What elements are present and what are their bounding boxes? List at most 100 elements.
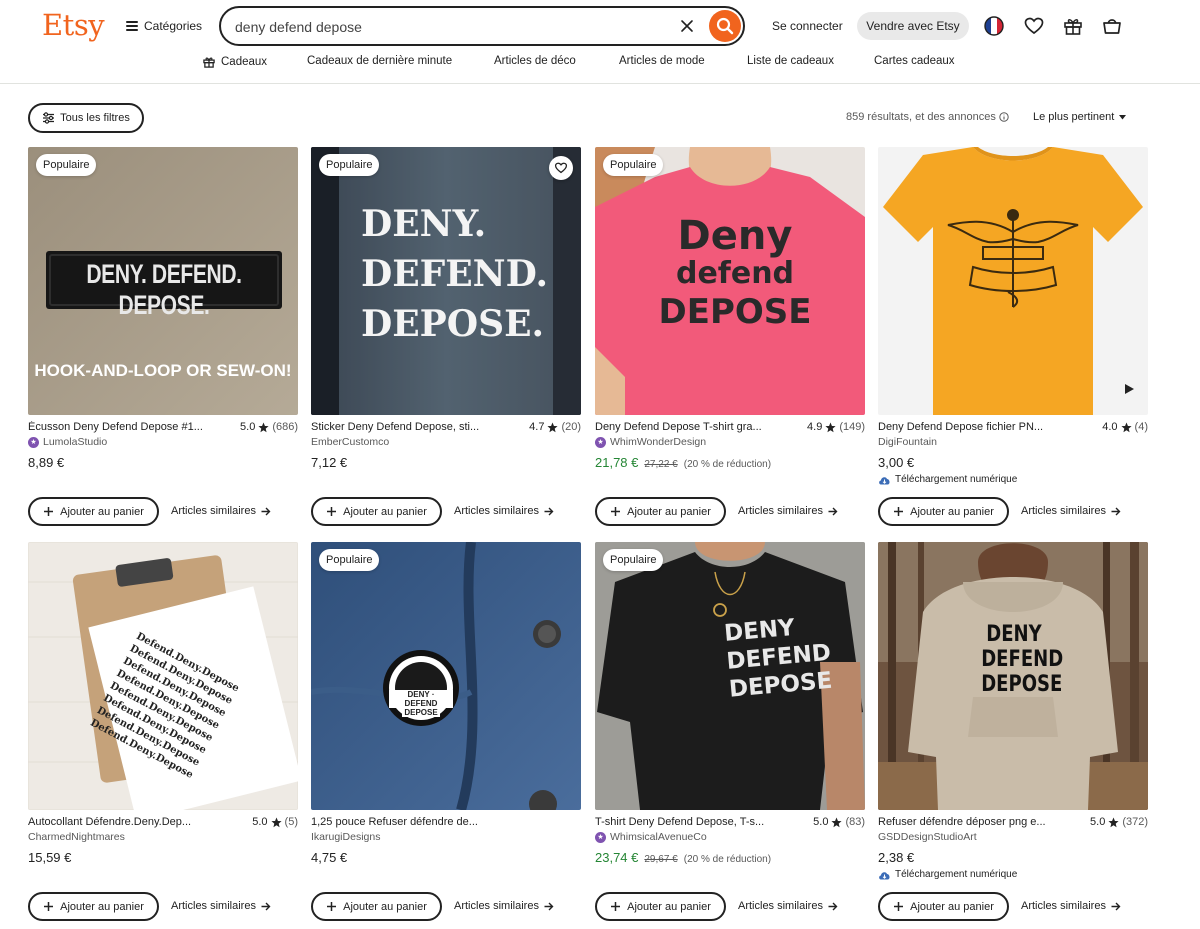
cat-nav-fashion[interactable]: Articles de mode	[619, 55, 705, 67]
cat-nav-gifts[interactable]: Cadeaux	[202, 55, 267, 69]
add-to-cart-button[interactable]: Ajouter au panier	[595, 497, 726, 526]
cloud-download-icon	[879, 476, 890, 484]
all-filters-label: Tous les filtres	[60, 112, 130, 124]
shop-name[interactable]: CharmedNightmares	[28, 831, 125, 843]
shop-name[interactable]: ★ WhimWonderDesign	[595, 436, 706, 448]
cloud-download-icon	[879, 871, 890, 879]
listing-image[interactable]: DENY · DEFEND DEPOSE Populaire	[311, 542, 581, 810]
cat-nav-label: Cadeaux de dernière minute	[307, 55, 453, 67]
popular-badge: Populaire	[36, 154, 97, 176]
signin-link[interactable]: Se connecter	[772, 19, 843, 33]
shop-name[interactable]: EmberCustomco	[311, 436, 389, 448]
listing-rating: 4.7 (20)	[529, 421, 581, 433]
listing-title[interactable]: Refuser défendre déposer png e...	[878, 816, 1063, 828]
add-to-cart-label: Ajouter au panier	[343, 505, 427, 518]
listing-title[interactable]: T-shirt Deny Defend Depose, T-s...	[595, 816, 780, 828]
star-icon	[258, 422, 269, 432]
listing-image[interactable]: DENY. DEFEND. DEPOSE. HOOK-AND-LOOP OR S…	[28, 147, 298, 415]
listing-rating: 5.0 (686)	[240, 421, 298, 433]
listing-image[interactable]: DENY. DEFEND. DEPOSE. Populaire	[311, 147, 581, 415]
categories-menu-button[interactable]: Catégories	[126, 17, 202, 35]
similar-items-label: Articles similaires	[738, 505, 823, 517]
star-icon	[547, 422, 558, 432]
heart-icon[interactable]	[1023, 15, 1045, 37]
cat-nav-decor[interactable]: Articles de déco	[494, 55, 576, 67]
listing-title[interactable]: Autocollant Défendre.Deny.Dep...	[28, 816, 213, 828]
star-seller-icon: ★	[595, 831, 606, 843]
add-to-cart-button[interactable]: Ajouter au panier	[878, 497, 1009, 526]
plus-icon	[611, 902, 621, 911]
clear-search-icon[interactable]	[679, 18, 695, 34]
shop-name[interactable]: ★ LumolaStudio	[28, 436, 107, 448]
shop-name[interactable]: IkarugiDesigns	[311, 831, 380, 843]
add-to-cart-label: Ajouter au panier	[910, 900, 994, 913]
listing-image[interactable]: Deny defend DEPOSE Populaire	[595, 147, 865, 415]
info-icon[interactable]	[999, 112, 1009, 122]
shop-name[interactable]: DigiFountain	[878, 436, 937, 448]
listing-image[interactable]: DENY DEFEND DEPOSE Populaire	[595, 542, 865, 810]
listing-title[interactable]: Deny Defend Depose fichier PN...	[878, 421, 1063, 433]
shop-name[interactable]: ★ WhimsicalAvenueCo	[595, 831, 707, 843]
shirt-print: DENY DEFEND DEPOSE	[723, 611, 835, 704]
add-to-cart-button[interactable]: Ajouter au panier	[311, 892, 442, 921]
etsy-logo[interactable]: Etsy	[42, 8, 105, 42]
search-button[interactable]	[709, 10, 741, 42]
listing-card[interactable]: DENY DEFEND DEPOSE Refuser défendre dépo…	[878, 542, 1148, 927]
shop-label: GSDDesignStudioArt	[878, 831, 977, 843]
add-to-cart-button[interactable]: Ajouter au panier	[595, 892, 726, 921]
add-to-cart-button[interactable]: Ajouter au panier	[28, 497, 159, 526]
gift-icon	[203, 57, 215, 68]
listing-card[interactable]: Defend.Deny.Depose Defend.Deny.Depose De…	[28, 542, 298, 927]
similar-items-link[interactable]: Articles similaires	[454, 505, 554, 517]
flag-france-icon[interactable]	[983, 15, 1005, 37]
price-row: 8,89 €	[28, 455, 64, 470]
rating-value: 5.0	[813, 816, 829, 828]
all-filters-button[interactable]: Tous les filtres	[28, 103, 144, 133]
listing-card[interactable]: Deny defend DEPOSE Populaire Deny Defend…	[595, 147, 865, 532]
listing-card[interactable]: DENY. DEFEND. DEPOSE. HOOK-AND-LOOP OR S…	[28, 147, 298, 532]
listing-image[interactable]: DENY DEFEND DEPOSE	[878, 542, 1148, 810]
plus-icon	[44, 902, 54, 911]
shop-name[interactable]: GSDDesignStudioArt	[878, 831, 977, 843]
listing-card[interactable]: DENY DEFEND DEPOSE Populaire T-shirt Den…	[595, 542, 865, 927]
similar-items-link[interactable]: Articles similaires	[738, 505, 838, 517]
similar-items-label: Articles similaires	[171, 900, 256, 912]
listing-title[interactable]: Sticker Deny Defend Depose, sti...	[311, 421, 496, 433]
sticker-line: DENY.	[361, 203, 487, 245]
star-icon	[1120, 422, 1132, 432]
denim-pin-photo	[311, 542, 581, 810]
similar-items-link[interactable]: Articles similaires	[738, 900, 838, 912]
sale-price: 21,78 €	[595, 455, 639, 470]
price: 7,12 €	[311, 455, 348, 470]
listing-image[interactable]: Defend.Deny.Depose Defend.Deny.Depose De…	[28, 542, 298, 810]
listing-card[interactable]: DENY · DEFEND DEPOSE Populaire 1,25 pouc…	[311, 542, 581, 927]
add-to-cart-button[interactable]: Ajouter au panier	[311, 497, 442, 526]
sell-on-etsy-button[interactable]: Vendre avec Etsy	[857, 12, 969, 40]
similar-items-link[interactable]: Articles similaires	[1021, 505, 1121, 517]
similar-items-link[interactable]: Articles similaires	[1021, 900, 1121, 912]
cat-nav-last-minute[interactable]: Cadeaux de dernière minute	[307, 55, 452, 67]
cart-icon[interactable]	[1101, 15, 1123, 37]
add-to-cart-button[interactable]: Ajouter au panier	[878, 892, 1009, 921]
similar-items-link[interactable]: Articles similaires	[171, 900, 271, 912]
digital-download-tag: Téléchargement numérique	[878, 869, 1017, 880]
sort-dropdown[interactable]: Le plus pertinent	[1033, 111, 1127, 123]
listing-title[interactable]: Écusson Deny Defend Depose #1...	[28, 421, 213, 433]
listing-title[interactable]: 1,25 pouce Refuser défendre de...	[311, 816, 496, 828]
listing-card[interactable]: DENY. DEFEND. DEPOSE. Populaire Sticker …	[311, 147, 581, 532]
shop-label: DigiFountain	[878, 436, 937, 448]
cat-nav-gift-cards[interactable]: Cartes cadeaux	[874, 55, 955, 67]
favorite-button[interactable]	[549, 156, 573, 180]
listing-card[interactable]: Deny Defend Depose fichier PN... 4.0 (4)…	[878, 147, 1148, 532]
gift-icon[interactable]	[1062, 15, 1084, 37]
review-count: (686)	[272, 421, 298, 433]
add-to-cart-button[interactable]: Ajouter au panier	[28, 892, 159, 921]
video-play-icon[interactable]	[1125, 384, 1134, 394]
cat-nav-gift-list[interactable]: Liste de cadeaux	[747, 55, 834, 67]
listing-image[interactable]	[878, 147, 1148, 415]
search-input[interactable]	[235, 17, 655, 37]
price-row: 7,12 €	[311, 455, 347, 470]
similar-items-link[interactable]: Articles similaires	[454, 900, 554, 912]
similar-items-link[interactable]: Articles similaires	[171, 505, 271, 517]
listing-title[interactable]: Deny Defend Depose T-shirt gra...	[595, 421, 780, 433]
